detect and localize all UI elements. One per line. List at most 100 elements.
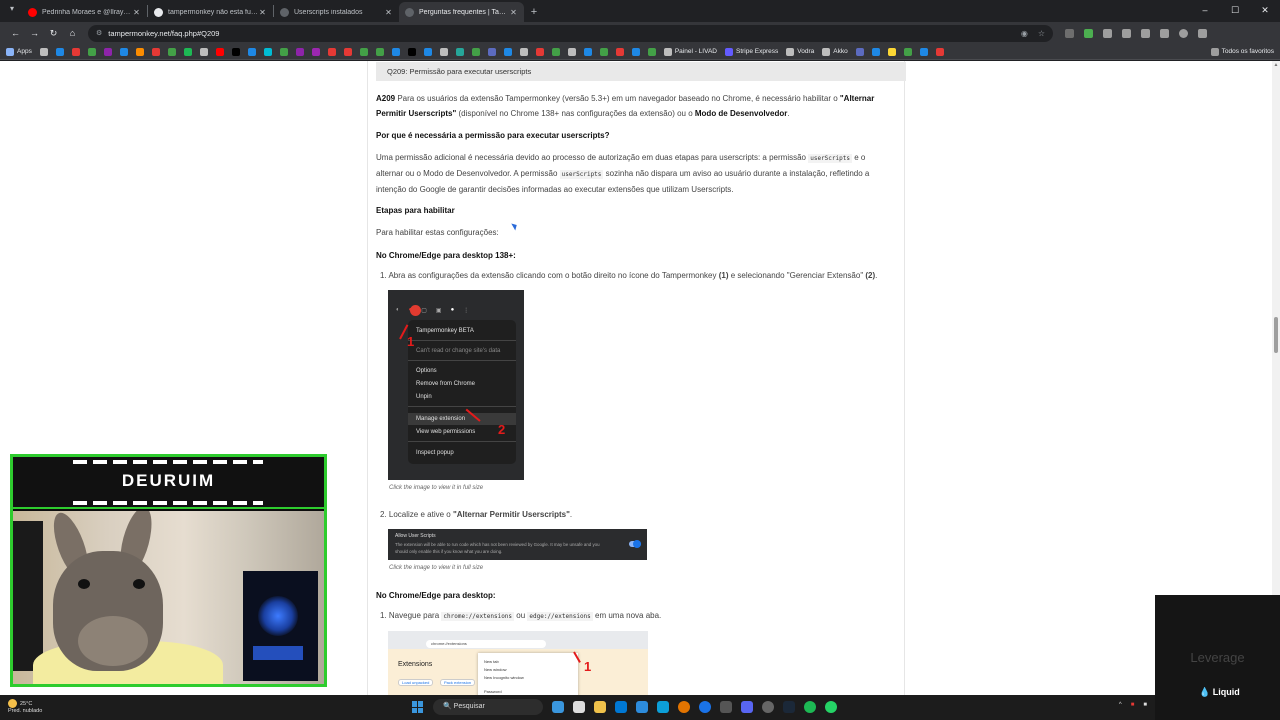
bookmark-icon[interactable]: [871, 47, 880, 56]
bookmark-icon[interactable]: [471, 47, 480, 56]
close-window-icon[interactable]: ✕: [1250, 0, 1280, 22]
task-view-icon[interactable]: [573, 701, 585, 713]
bookmark-icon[interactable]: [455, 47, 464, 56]
bookmark-icon[interactable]: [71, 47, 80, 56]
tiktok-bookmark-icon[interactable]: [231, 47, 240, 56]
bookmark-icon[interactable]: [439, 47, 448, 56]
bookmark-icon[interactable]: [135, 47, 144, 56]
bookmark-icon[interactable]: [919, 47, 928, 56]
taskbar-search[interactable]: 🔍 Pesquisar: [433, 699, 543, 715]
site-info-icon[interactable]: ⚙: [96, 29, 102, 37]
all-bookmarks[interactable]: Todos os favoritos: [1210, 47, 1274, 56]
firefox-icon[interactable]: [678, 701, 690, 713]
bookmark-vodra[interactable]: Vodra: [786, 47, 814, 56]
bookmark-icon[interactable]: [87, 47, 96, 56]
bookmark-painel[interactable]: Painel - LIVAD: [663, 47, 717, 56]
steam-icon[interactable]: [783, 701, 795, 713]
bookmark-icon[interactable]: [263, 47, 272, 56]
bookmark-icon[interactable]: [503, 47, 512, 56]
bookmark-apps[interactable]: Apps: [6, 47, 32, 56]
weather-widget[interactable]: 25°C Pred. nublado: [8, 699, 42, 715]
extension-icon[interactable]: [1141, 28, 1150, 38]
tab-2[interactable]: Userscripts instalados ✕: [274, 2, 399, 22]
bookmark-icon[interactable]: [631, 47, 640, 56]
tab-close-icon[interactable]: ✕: [258, 8, 267, 17]
tray-chevron-icon[interactable]: ^: [1119, 702, 1122, 708]
tab-close-icon[interactable]: ✕: [384, 8, 393, 17]
eye-off-icon[interactable]: ◉: [1021, 29, 1028, 38]
spotify-bookmark-icon[interactable]: [183, 47, 192, 56]
file-explorer-icon[interactable]: [594, 701, 606, 713]
bookmark-star-icon[interactable]: ☆: [1038, 29, 1045, 38]
allow-userscripts-screenshot[interactable]: Allow User Scripts The extension will be…: [388, 529, 647, 560]
menu-icon[interactable]: [1198, 28, 1207, 38]
outlook-icon[interactable]: [615, 701, 627, 713]
windows-start-icon[interactable]: [412, 701, 424, 713]
tab-3-active[interactable]: Perguntas frequentes | Tamperm ✕: [399, 2, 524, 22]
chrome-icon[interactable]: [699, 701, 711, 713]
reload-icon[interactable]: ↻: [44, 28, 63, 39]
extension-icon[interactable]: [1065, 28, 1074, 38]
bookmark-icon[interactable]: [423, 47, 432, 56]
bookmark-icon[interactable]: [151, 47, 160, 56]
bookmark-akko[interactable]: Akko: [822, 47, 848, 56]
tab-search-icon[interactable]: ▾: [10, 4, 14, 13]
bookmark-icon[interactable]: [647, 47, 656, 56]
forward-icon[interactable]: →: [25, 28, 44, 38]
bookmark-icon[interactable]: [359, 47, 368, 56]
tab-0[interactable]: Pedrinha Moraes e @IlrayaUAI ✕: [22, 2, 147, 22]
tab-1[interactable]: tampermonkey não esta funcio ✕: [148, 2, 273, 22]
bookmark-icon[interactable]: [327, 47, 336, 56]
bookmark-icon[interactable]: [391, 47, 400, 56]
bookmark-icon[interactable]: [567, 47, 576, 56]
extension-icon[interactable]: [1084, 28, 1093, 38]
bookmark-icon[interactable]: [311, 47, 320, 56]
bookmark-icon[interactable]: [103, 47, 112, 56]
scroll-thumb[interactable]: [1274, 317, 1278, 353]
whatsapp-icon[interactable]: [825, 701, 837, 713]
bookmark-icon[interactable]: [55, 47, 64, 56]
edge-icon[interactable]: [657, 701, 669, 713]
youtube-bookmark-icon[interactable]: [215, 47, 224, 56]
bookmark-icon[interactable]: [279, 47, 288, 56]
question-header[interactable]: Q209: Permissão para executar userscript…: [376, 62, 906, 81]
bookmark-icon[interactable]: [615, 47, 624, 56]
tray-app-icon[interactable]: ■: [1143, 702, 1147, 708]
bookmark-icon[interactable]: [167, 47, 176, 56]
bookmark-icon[interactable]: [935, 47, 944, 56]
bookmark-icon[interactable]: [599, 47, 608, 56]
bookmark-icon[interactable]: [487, 47, 496, 56]
bookmark-icon[interactable]: [887, 47, 896, 56]
profile-avatar-icon[interactable]: [1179, 28, 1188, 38]
extensions-page-screenshot[interactable]: chrome://extensions Extensions New tab N…: [388, 631, 648, 695]
bookmark-icon[interactable]: [519, 47, 528, 56]
context-menu-screenshot[interactable]: ◐ ● ▢ ▣ ● ⋮ Tampermonkey BETA Can't read…: [388, 290, 524, 480]
bookmark-icon[interactable]: [247, 47, 256, 56]
bookmark-icon[interactable]: [343, 47, 352, 56]
new-tab-button[interactable]: +: [524, 2, 544, 22]
bookmark-icon[interactable]: [119, 47, 128, 56]
store-icon[interactable]: [636, 701, 648, 713]
extension-icon[interactable]: [1103, 28, 1112, 38]
terminal-icon[interactable]: [720, 701, 732, 713]
bookmark-icon[interactable]: [903, 47, 912, 56]
extension-icon[interactable]: [1122, 28, 1131, 38]
bookmark-icon[interactable]: [855, 47, 864, 56]
bookmark-icon[interactable]: [295, 47, 304, 56]
bookmark-icon[interactable]: [535, 47, 544, 56]
bookmark-icon[interactable]: [39, 47, 48, 56]
address-bar[interactable]: ⚙ tampermonkey.net/faq.php#Q209 ◉ ☆: [88, 24, 1053, 42]
minimize-icon[interactable]: –: [1190, 0, 1220, 22]
x-bookmark-icon[interactable]: [407, 47, 416, 56]
maximize-icon[interactable]: ☐: [1220, 0, 1250, 22]
bookmark-stripe[interactable]: Stripe Express: [724, 47, 778, 56]
scroll-up-icon[interactable]: ▲: [1272, 62, 1280, 68]
spotify-icon[interactable]: [804, 701, 816, 713]
extension-icon[interactable]: [1160, 28, 1169, 38]
tab-close-icon[interactable]: ✕: [132, 8, 141, 17]
bookmark-icon[interactable]: [583, 47, 592, 56]
app-icon[interactable]: [762, 701, 774, 713]
bookmark-icon[interactable]: [551, 47, 560, 56]
bookmark-icon[interactable]: [375, 47, 384, 56]
tab-close-icon[interactable]: ✕: [509, 8, 518, 17]
